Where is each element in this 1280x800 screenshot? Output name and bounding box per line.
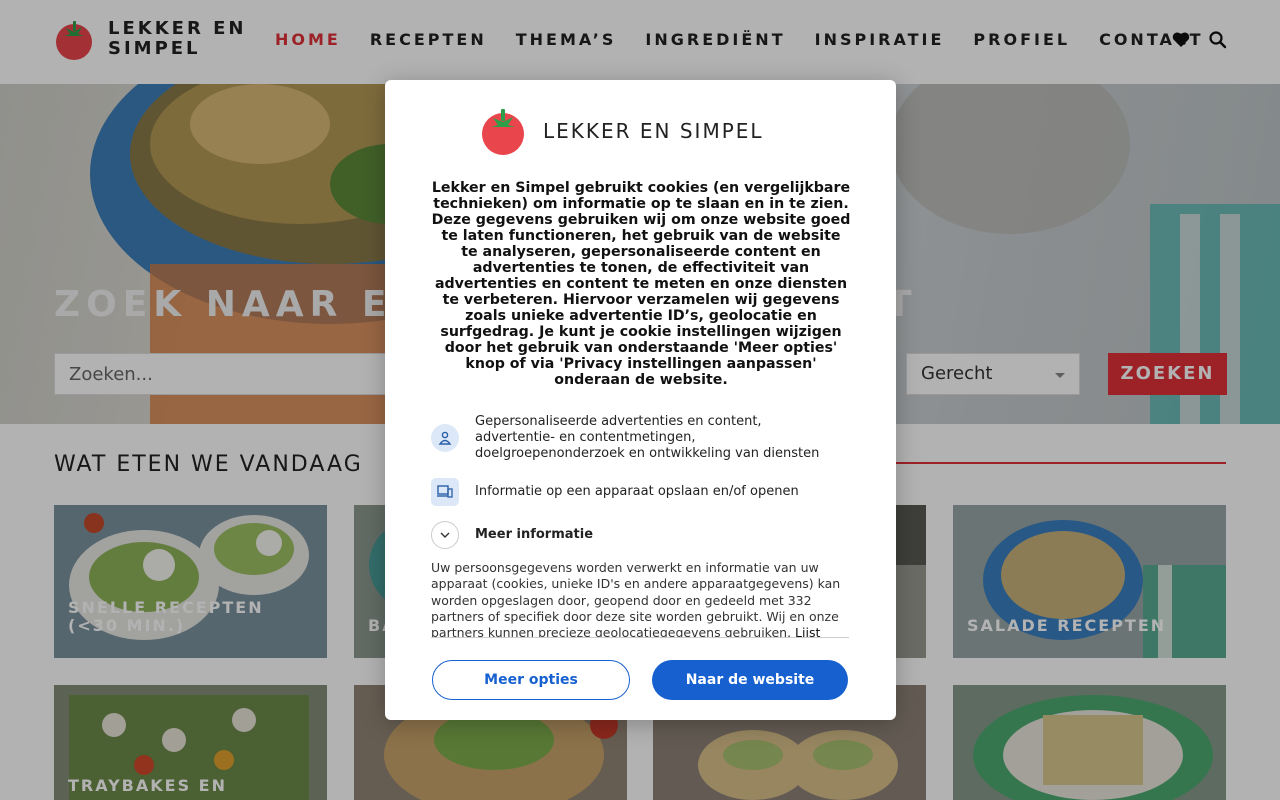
cookie-consent-dialog: LEKKER EN SIMPEL Lekker en Simpel gebrui… [385,80,896,720]
purpose-ads-content: Gepersonaliseerde advertenties en conten… [431,414,845,462]
modal-logo: LEKKER EN SIMPEL [480,106,764,156]
chevron-down-icon[interactable] [431,521,459,549]
person-icon [431,424,459,452]
consent-intro-text: Lekker en Simpel gebruikt cookies (en ve… [431,180,851,388]
purpose-device-storage-text: Informatie op een apparaat opslaan en/of… [475,484,799,499]
continue-to-website-button[interactable]: Naar de website [652,660,848,700]
modal-logo-text: LEKKER EN SIMPEL [543,119,764,143]
more-info-label: Meer informatie [475,527,594,542]
more-info-toggle[interactable]: Meer informatie [431,521,593,549]
tomato-logo-icon [482,109,524,155]
details-body: Uw persoonsgegevens worden verwerkt en i… [431,560,841,638]
purpose-ads-content-text: Gepersonaliseerde advertenties en conten… [475,414,820,461]
consent-details-text: Uw persoonsgegevens worden verwerkt en i… [431,560,849,638]
more-options-button[interactable]: Meer opties [432,660,630,700]
devices-icon [431,478,459,506]
purpose-device-storage: Informatie op een apparaat opslaan en/of… [431,478,799,506]
